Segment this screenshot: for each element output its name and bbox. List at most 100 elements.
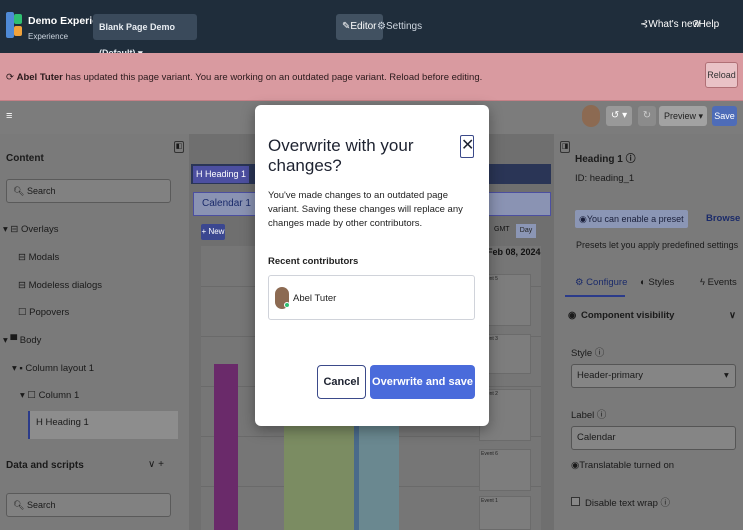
- tab-settings-label: Settings: [385, 21, 423, 32]
- recent-contributors-title: Recent contributors: [268, 256, 359, 267]
- preview-button[interactable]: Preview ▾: [659, 106, 707, 126]
- help-link[interactable]: ?Help: [693, 19, 719, 30]
- overwrite-save-button[interactable]: Overwrite and save: [370, 365, 475, 399]
- alert-message: has updated this page variant. You are w…: [62, 72, 483, 83]
- search-icon: 🔍︎: [13, 186, 25, 196]
- component-title-label: Heading 1: [575, 154, 623, 165]
- style-select-value: Header-primary: [577, 370, 643, 381]
- user-avatar[interactable]: [582, 105, 600, 127]
- save-button[interactable]: Save: [712, 106, 737, 126]
- overwrite-dialog: Overwrite with your changes? ✕ You've ma…: [255, 105, 489, 426]
- tree-item-heading[interactable]: H Heading 1: [28, 411, 178, 439]
- info-icon[interactable]: ⓘ: [661, 498, 671, 509]
- style-select[interactable]: Header-primary ▾: [571, 364, 736, 388]
- contributor-avatar: [275, 287, 290, 309]
- tree-item-overlays[interactable]: ▾ ⊟ Overlays: [3, 224, 59, 235]
- redo-button[interactable]: ↻: [638, 106, 656, 126]
- app-logo: [6, 12, 22, 38]
- active-tab-indicator: [565, 295, 625, 297]
- label-input[interactable]: Calendar: [571, 426, 736, 450]
- content-title: Content: [6, 153, 44, 164]
- label-label-text: Label: [571, 410, 595, 421]
- info-icon[interactable]: ⓘ: [626, 154, 636, 165]
- search-icon: 🔍︎: [13, 500, 25, 510]
- component-title: Heading 1 ⓘ: [575, 150, 636, 165]
- page-variant-select[interactable]: Blank Page Demo (Default) ▾: [93, 14, 197, 58]
- tree-item-body[interactable]: ▾ ▀ Body: [3, 335, 41, 346]
- contributor-card: Abel Tuter: [268, 275, 475, 320]
- section-title: Component visibility: [581, 310, 675, 321]
- new-event-button[interactable]: + New: [201, 224, 225, 240]
- heading-component-label[interactable]: H Heading 1: [193, 166, 250, 183]
- disable-wrap-checkbox[interactable]: [571, 497, 580, 506]
- properties-panel: ◨ Heading 1 ⓘ ID: heading_1 ◉You can ena…: [554, 134, 743, 530]
- menu-icon[interactable]: ≡: [6, 110, 12, 122]
- visibility-icon: ◉: [568, 310, 577, 321]
- calendar-date: Feb 08, 2024: [487, 247, 541, 257]
- disable-wrap-label: Disable text wrap ⓘ: [585, 495, 670, 509]
- tree-item-popovers[interactable]: ☐ Popovers: [18, 307, 69, 318]
- timezone-select[interactable]: GMT: [494, 226, 510, 233]
- tab-styles[interactable]: ◐ Styles: [640, 277, 674, 288]
- search-placeholder-2: Search: [26, 500, 56, 510]
- tab-settings[interactable]: ⚙Settings: [377, 14, 422, 40]
- collapse-panel-icon[interactable]: ◧: [174, 141, 184, 153]
- style-label: Style ⓘ: [571, 345, 604, 359]
- search-placeholder: Search: [26, 186, 56, 196]
- tab-editor[interactable]: ✎Editor: [336, 14, 383, 40]
- tab-events-label: Events: [707, 277, 737, 288]
- alert-text: ⟳ Abel Tuter has updated this page varia…: [6, 72, 482, 83]
- calendar-event[interactable]: Event 6: [479, 449, 531, 491]
- close-icon[interactable]: ✕: [460, 135, 474, 158]
- content-panel: Content ◧ 🔍︎ Search ▾ ⊟ Overlays ⊟ Modal…: [0, 134, 189, 530]
- dialog-body: You've made changes to an outdated page …: [268, 190, 463, 229]
- tab-events[interactable]: ϟ Events: [700, 277, 737, 288]
- tree-item-modals[interactable]: ⊟ Modals: [18, 252, 59, 263]
- info-icon[interactable]: ⓘ: [597, 410, 607, 421]
- preset-icon: ◉: [579, 214, 587, 224]
- gear-icon: ⚙: [575, 277, 584, 288]
- preset-hint-label: You can enable a preset: [586, 214, 684, 224]
- view-select[interactable]: Day: [516, 224, 536, 238]
- translatable-status: ◉Translatable turned on: [571, 460, 674, 471]
- disable-wrap-text: Disable text wrap: [585, 498, 658, 509]
- tab-configure-label: Configure: [586, 277, 628, 288]
- cancel-button[interactable]: Cancel: [317, 365, 366, 399]
- chevron-down-icon: ∨: [729, 310, 736, 321]
- alert-user: Abel Tuter: [16, 72, 63, 83]
- tree-item-modeless-dialogs[interactable]: ⊟ Modeless dialogs: [18, 280, 102, 291]
- data-scripts-controls[interactable]: ∨ +: [148, 459, 164, 470]
- outdated-variant-alert: ⟳ Abel Tuter has updated this page varia…: [0, 53, 743, 101]
- translatable-text: Translatable turned on: [579, 460, 675, 471]
- chevron-down-icon: ▾: [724, 370, 729, 381]
- data-search-input[interactable]: 🔍︎ Search: [6, 493, 171, 517]
- undo-button[interactable]: ↺ ▾: [606, 106, 632, 126]
- tab-styles-label: Styles: [648, 277, 675, 288]
- calendar-event-block[interactable]: [214, 364, 238, 530]
- reload-button[interactable]: Reload: [705, 62, 738, 88]
- top-navigation-bar: Demo Experience Experience Blank Page De…: [0, 0, 743, 58]
- dialog-title: Overwrite with your changes?: [268, 136, 414, 175]
- tree-item-column[interactable]: ▾ ☐ Column 1: [20, 390, 79, 401]
- browse-presets-link[interactable]: Browse: [706, 213, 740, 224]
- collapse-panel-icon[interactable]: ◨: [560, 141, 570, 153]
- gear-icon: ⚙: [377, 21, 386, 32]
- calendar-event[interactable]: Event 1: [479, 496, 531, 530]
- online-status-icon: [284, 302, 290, 308]
- info-icon[interactable]: ⓘ: [595, 348, 605, 359]
- bolt-icon: ϟ: [700, 277, 706, 288]
- calendar-event-block[interactable]: [284, 424, 354, 530]
- help-label: Help: [698, 19, 720, 30]
- calendar-event-block[interactable]: [359, 424, 399, 530]
- style-label-text: Style: [571, 348, 593, 359]
- preset-hint: ◉You can enable a preset: [575, 210, 688, 228]
- content-search-input[interactable]: 🔍︎ Search: [6, 179, 171, 203]
- sync-icon: ⟳: [6, 72, 14, 83]
- whats-new-link[interactable]: ⊰What's new: [640, 19, 700, 30]
- component-visibility-section[interactable]: ◉ Component visibility ∨: [565, 306, 743, 328]
- label-label: Label ⓘ: [571, 407, 606, 421]
- contributor-name: Abel Tuter: [293, 293, 337, 304]
- tab-configure[interactable]: ⚙ Configure: [575, 277, 627, 288]
- tree-item-column-layout[interactable]: ▾ ▪ Column layout 1: [12, 363, 94, 374]
- data-scripts-title: Data and scripts: [6, 460, 84, 471]
